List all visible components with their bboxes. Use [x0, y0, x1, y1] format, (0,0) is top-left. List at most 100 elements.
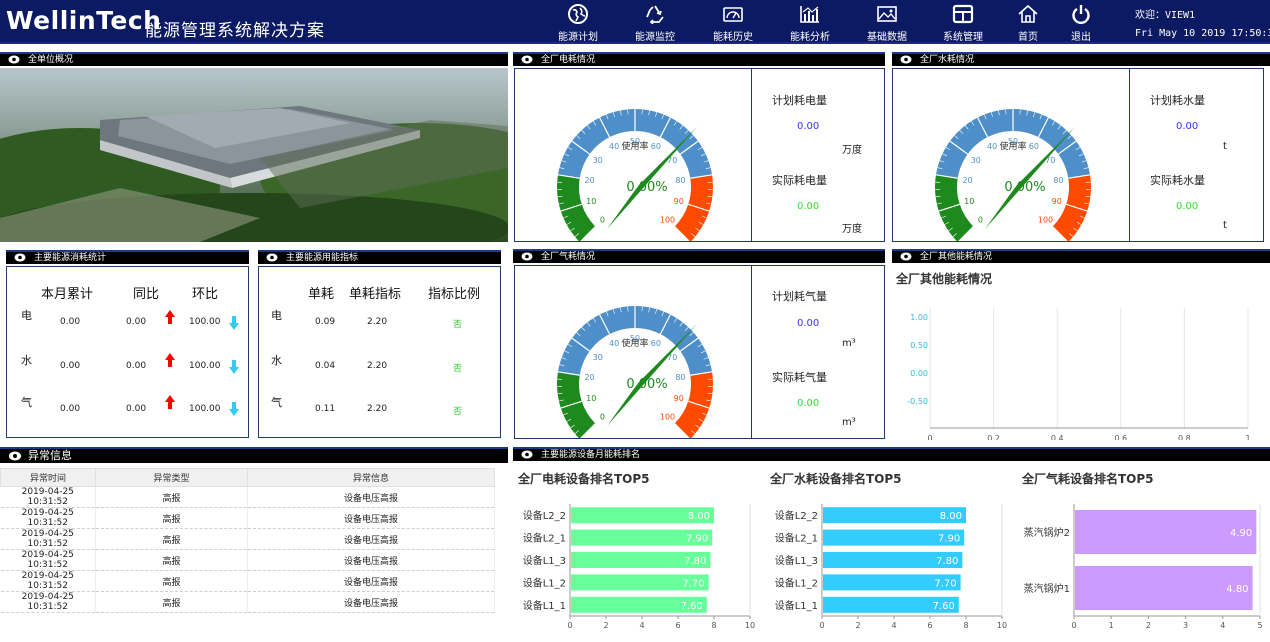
gauge-usage-label: 使用率: [621, 337, 648, 349]
actual-unit: m³: [842, 417, 856, 428]
table-row[interactable]: 2019-04-25 10:31:52 高报 设备电压高报: [0, 528, 495, 550]
row-label-elec: 电: [21, 309, 32, 322]
index-target-gas: 2.20: [367, 404, 388, 414]
elec-summary-panel: 计划耗电量 0.00 万度 实际耗电量 0.00 万度: [751, 68, 885, 242]
alarm-info: 设备电压高报: [247, 528, 495, 550]
nav-label: 能源监控: [635, 32, 675, 43]
elec-rank-title: 全厂电耗设备排名TOP5: [518, 472, 650, 486]
panel-title-text: 主要能源设备月能耗排名: [541, 450, 641, 460]
alarm-time: 2019-04-25 10:31:52: [0, 549, 96, 571]
col-header-yoy: 同比: [133, 287, 160, 302]
nav-energy-plan[interactable]: 能源计划: [543, 4, 613, 43]
eye-icon: [521, 252, 533, 261]
x-tick-label: 0: [927, 434, 932, 440]
category-label: 设备L2_2: [775, 509, 818, 522]
stat-yoy-gas: 0.00: [126, 404, 147, 414]
col-header-time: 异常时间: [0, 468, 96, 487]
category-label: 设备L1_2: [523, 576, 566, 589]
bar-value-label: 7.70: [682, 578, 704, 589]
alarm-info: 设备电压高报: [247, 591, 495, 613]
col-header-mom: 环比: [192, 287, 219, 302]
table-row[interactable]: 2019-04-25 10:31:52 高报 设备电压高报: [0, 570, 495, 592]
x-tick-label: 0: [567, 621, 572, 630]
gauge-tick-label: 30: [971, 156, 981, 165]
panel-title-other: 全厂其他能耗情况: [892, 249, 1270, 263]
panel-title-stats: 主要能源消耗统计: [6, 250, 249, 264]
app-subtitle: 能源管理系统解决方案: [145, 21, 325, 41]
table-row[interactable]: 2019-04-25 10:31:52 高报 设备电压高报: [0, 591, 495, 613]
elec-ranking-chart: 0 2 4 6 8 10 设备L2_2 8.00 设备L2_1 7.90 设备L1_3 7.80 设备L…: [523, 504, 755, 630]
plan-label: 计划耗气量: [772, 290, 827, 303]
x-tick-label: 0.4: [1051, 434, 1064, 440]
x-tick-label: 2: [603, 621, 608, 630]
nav-energy-analysis[interactable]: 能耗分析: [775, 4, 845, 43]
actual-unit: 万度: [842, 224, 862, 235]
gauge-tick-label: 40: [609, 339, 619, 348]
stat-yoy-water: 0.00: [126, 361, 147, 371]
actual-value: 0.00: [1176, 201, 1199, 212]
alarm-type: 高报: [95, 570, 248, 592]
bar-value-label: 4.90: [1230, 528, 1252, 539]
bar-value-label: 7.90: [938, 534, 960, 545]
panel-title-alarm: 异常信息: [0, 447, 508, 463]
alarm-info: 设备电压高报: [247, 486, 495, 508]
alarm-header-row: 异常时间 异常类型 异常信息: [0, 468, 495, 487]
gauge-percent: 0.00%: [1004, 180, 1045, 195]
x-tick-label: 5: [1257, 621, 1262, 630]
gauge-tick-label: 80: [675, 176, 685, 185]
x-tick-label: 2: [855, 621, 860, 630]
stat-yoy-elec: 0.00: [126, 317, 147, 327]
eye-icon: [521, 55, 533, 64]
nav-logout[interactable]: 退出: [1046, 4, 1116, 43]
alarm-time: 2019-04-25 10:31:52: [0, 591, 96, 613]
table-row[interactable]: 2019-04-25 10:31:52 高报 设备电压高报: [0, 549, 495, 571]
alarm-time: 2019-04-25 10:31:52: [0, 570, 96, 592]
gas-ranking-chart: 0 1 2 3 4 5 蒸汽锅炉2 4.90 蒸汽锅炉1 4.80: [1024, 504, 1263, 630]
nav-basic-data[interactable]: 基础数据: [852, 4, 922, 43]
nav-system-management[interactable]: 系统管理: [928, 4, 998, 43]
gas-summary-panel: 计划耗气量 0.00 m³ 实际耗气量 0.00 m³: [751, 265, 885, 439]
other-energy-chart: 0 0.2 0.4 0.6 0.8 1 1.00 0.50 0.00 -0.50: [907, 308, 1251, 440]
plan-value: 0.00: [797, 318, 820, 329]
index-ratio-water: 否: [453, 364, 463, 374]
gauge-percent: 0.00%: [626, 377, 667, 392]
bar-value-label: 7.70: [934, 578, 956, 589]
category-label: 设备L2_2: [523, 509, 566, 522]
category-label: 设备L1_1: [775, 599, 818, 612]
x-tick-label: 0.8: [1178, 434, 1191, 440]
x-tick-label: 2: [1146, 621, 1151, 630]
x-tick-label: 4: [1220, 621, 1225, 630]
unit-index-panel: 单耗 单耗指标 指标比例 电 0.09 2.20 否 水 0.04 2.20 否…: [258, 266, 501, 438]
water-gauge: 0102030405060708090100使用率0.00%: [935, 108, 1091, 243]
stat-total-gas: 0.00: [60, 404, 81, 414]
actual-value: 0.00: [797, 201, 820, 212]
table-row[interactable]: 2019-04-25 10:31:52 高报 设备电压高报: [0, 507, 495, 529]
gauge-usage-label: 使用率: [999, 140, 1026, 152]
gauge-tick-label: 10: [586, 197, 596, 206]
index-ratio-elec: 否: [453, 320, 463, 330]
nav-energy-monitor[interactable]: 能源监控: [620, 4, 690, 43]
eye-icon: [266, 253, 278, 262]
arrow-down-icon: [229, 316, 239, 330]
y-tick-label: 1.00: [910, 313, 928, 322]
x-tick-label: 6: [927, 621, 932, 630]
index-unit-gas: 0.11: [315, 404, 336, 414]
nav-energy-history[interactable]: 能耗历史: [698, 4, 768, 43]
gauge-tick-label: 10: [964, 197, 974, 206]
alarm-time: 2019-04-25 10:31:52: [0, 507, 96, 529]
col-header-ratio: 指标比例: [428, 287, 481, 302]
arrow-up-icon: [165, 395, 175, 409]
table-row[interactable]: 2019-04-25 10:31:52 高报 设备电压高报: [0, 486, 495, 508]
bar-chart-icon: [800, 6, 819, 23]
nav-label: 基础数据: [867, 32, 907, 43]
top-bar: WellinTech 能源管理系统解决方案 能源计划 能源监控 能耗历史 能耗分…: [0, 0, 1270, 44]
recycle-icon: [646, 5, 664, 24]
gauge-tick-label: 30: [593, 156, 603, 165]
panel-title-overview: 全单位概况: [0, 52, 508, 66]
category-label: 设备L1_1: [523, 599, 566, 612]
gauge-tick-label: 100: [660, 216, 675, 225]
stat-total-elec: 0.00: [60, 317, 81, 327]
panel-title-text: 主要能源消耗统计: [34, 253, 107, 263]
plant-aerial-image: [0, 68, 508, 242]
alarm-table: 异常时间 异常类型 异常信息 2019-04-25 10:31:52 高报 设备电压…: [0, 468, 495, 613]
